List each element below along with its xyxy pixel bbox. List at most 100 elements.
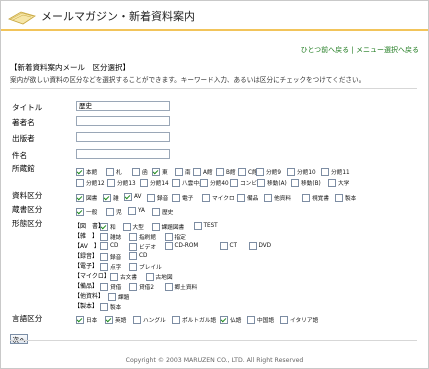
checkbox[interactable] bbox=[76, 315, 84, 324]
checkbox[interactable] bbox=[321, 167, 329, 176]
checkbox[interactable] bbox=[257, 178, 265, 187]
location-option[interactable]: 本館 bbox=[76, 167, 97, 176]
checkbox[interactable] bbox=[164, 232, 173, 241]
form-option[interactable]: 和 bbox=[100, 222, 116, 231]
checkbox[interactable] bbox=[256, 167, 264, 176]
checkbox[interactable] bbox=[172, 315, 180, 324]
checkbox[interactable] bbox=[164, 242, 173, 250]
location-option[interactable]: A館 bbox=[193, 167, 213, 176]
language-option[interactable]: イタリア語 bbox=[280, 315, 318, 324]
material-option[interactable]: 備品 bbox=[237, 193, 258, 202]
checkbox[interactable] bbox=[107, 178, 115, 187]
checkbox[interactable] bbox=[129, 252, 137, 260]
form-option[interactable]: 指定 bbox=[164, 232, 186, 241]
checkbox[interactable] bbox=[291, 178, 299, 187]
checkbox[interactable] bbox=[172, 193, 180, 202]
checkbox[interactable] bbox=[133, 315, 141, 324]
form-option[interactable]: 郷土資料 bbox=[164, 282, 197, 291]
checkbox[interactable] bbox=[105, 315, 113, 324]
checkbox[interactable] bbox=[247, 315, 255, 324]
title-input[interactable] bbox=[76, 101, 170, 111]
checkbox[interactable] bbox=[172, 178, 180, 187]
form-option[interactable]: 貸借2 bbox=[129, 282, 154, 291]
holding-option[interactable]: 歴史 bbox=[152, 207, 173, 216]
location-option[interactable]: 分館12 bbox=[76, 178, 105, 187]
location-option[interactable]: B館 bbox=[216, 167, 236, 176]
checkbox[interactable] bbox=[193, 167, 201, 176]
back-link[interactable]: ひとつ前へ戻る bbox=[301, 46, 350, 54]
checkbox[interactable] bbox=[76, 193, 84, 202]
form-option[interactable]: 古文書 bbox=[110, 272, 137, 281]
form-option[interactable]: DVD bbox=[248, 242, 271, 250]
checkbox[interactable] bbox=[106, 167, 114, 176]
location-option[interactable]: 札 bbox=[106, 167, 122, 176]
checkbox[interactable] bbox=[151, 222, 160, 231]
menu-link[interactable]: メニュー選択へ戻る bbox=[356, 46, 419, 54]
checkbox[interactable] bbox=[220, 315, 228, 324]
checkbox[interactable] bbox=[264, 193, 272, 202]
language-option[interactable]: 中国語 bbox=[247, 315, 274, 324]
location-option[interactable]: 分館10 bbox=[287, 167, 316, 176]
material-option[interactable]: 視覚書 bbox=[302, 193, 329, 202]
holding-option[interactable]: 一般 bbox=[76, 207, 97, 216]
checkbox[interactable] bbox=[140, 178, 148, 187]
form-option[interactable]: TEST bbox=[193, 222, 218, 230]
location-option[interactable]: 東 bbox=[152, 167, 168, 176]
form-option[interactable]: 大型 bbox=[122, 222, 144, 231]
checkbox[interactable] bbox=[110, 272, 118, 281]
language-option[interactable]: ポルトガル語 bbox=[172, 315, 216, 324]
checkbox[interactable] bbox=[230, 178, 238, 187]
location-option[interactable]: C館 bbox=[238, 167, 258, 176]
checkbox[interactable] bbox=[129, 232, 137, 241]
checkbox[interactable] bbox=[129, 282, 137, 291]
language-option[interactable]: 英語 bbox=[105, 315, 126, 324]
material-option[interactable]: 製本 bbox=[335, 193, 356, 202]
material-option[interactable]: 電子 bbox=[172, 193, 193, 202]
checkbox[interactable] bbox=[216, 167, 224, 176]
checkbox[interactable] bbox=[145, 272, 154, 281]
location-option[interactable]: 分館40 bbox=[200, 178, 229, 187]
checkbox[interactable] bbox=[152, 207, 160, 216]
subject-input[interactable] bbox=[76, 149, 170, 159]
form-option[interactable]: 録音 bbox=[100, 252, 121, 261]
checkbox[interactable] bbox=[328, 178, 336, 187]
form-option[interactable]: CD bbox=[100, 242, 118, 250]
checkbox[interactable] bbox=[100, 252, 108, 261]
checkbox[interactable] bbox=[122, 222, 131, 231]
checkbox[interactable] bbox=[287, 167, 295, 176]
checkbox[interactable] bbox=[100, 232, 108, 241]
checkbox[interactable] bbox=[202, 193, 210, 202]
form-option[interactable]: 課題図書 bbox=[151, 222, 184, 231]
location-option[interactable]: 分館9 bbox=[256, 167, 281, 176]
checkbox[interactable] bbox=[335, 193, 343, 202]
checkbox[interactable] bbox=[76, 207, 84, 216]
form-option[interactable]: CD-ROM bbox=[164, 242, 198, 250]
location-option[interactable]: 分館14 bbox=[140, 178, 169, 187]
checkbox[interactable] bbox=[147, 193, 155, 202]
form-option[interactable]: 雑誌 bbox=[100, 232, 121, 241]
language-option[interactable]: ハングル bbox=[133, 315, 166, 324]
location-option[interactable]: 分館11 bbox=[321, 167, 350, 176]
form-option[interactable]: ビデオ bbox=[129, 242, 156, 251]
material-option[interactable]: 図書 bbox=[76, 193, 97, 202]
location-option[interactable]: 南 bbox=[175, 167, 191, 176]
checkbox[interactable] bbox=[132, 167, 140, 176]
location-option[interactable]: 分館13 bbox=[107, 178, 136, 187]
language-option[interactable]: 日本 bbox=[76, 315, 97, 324]
checkbox[interactable] bbox=[129, 262, 137, 271]
checkbox[interactable] bbox=[124, 193, 132, 201]
material-option[interactable]: マイクロ bbox=[202, 193, 235, 202]
form-option[interactable]: ブレイル bbox=[129, 262, 162, 271]
checkbox[interactable] bbox=[128, 207, 136, 215]
material-option[interactable]: 他資料 bbox=[264, 193, 291, 202]
location-option[interactable]: 大学 bbox=[328, 178, 349, 187]
material-option[interactable]: 録音 bbox=[147, 193, 168, 202]
holding-option[interactable]: YA bbox=[128, 207, 145, 215]
language-option[interactable]: 仏語 bbox=[220, 315, 241, 324]
next-button[interactable]: 次へ bbox=[10, 334, 28, 344]
form-option[interactable]: CD bbox=[129, 252, 147, 260]
checkbox[interactable] bbox=[76, 178, 84, 187]
author-input[interactable] bbox=[76, 116, 170, 126]
checkbox[interactable] bbox=[129, 242, 137, 251]
form-option[interactable]: 古地図 bbox=[145, 272, 173, 281]
